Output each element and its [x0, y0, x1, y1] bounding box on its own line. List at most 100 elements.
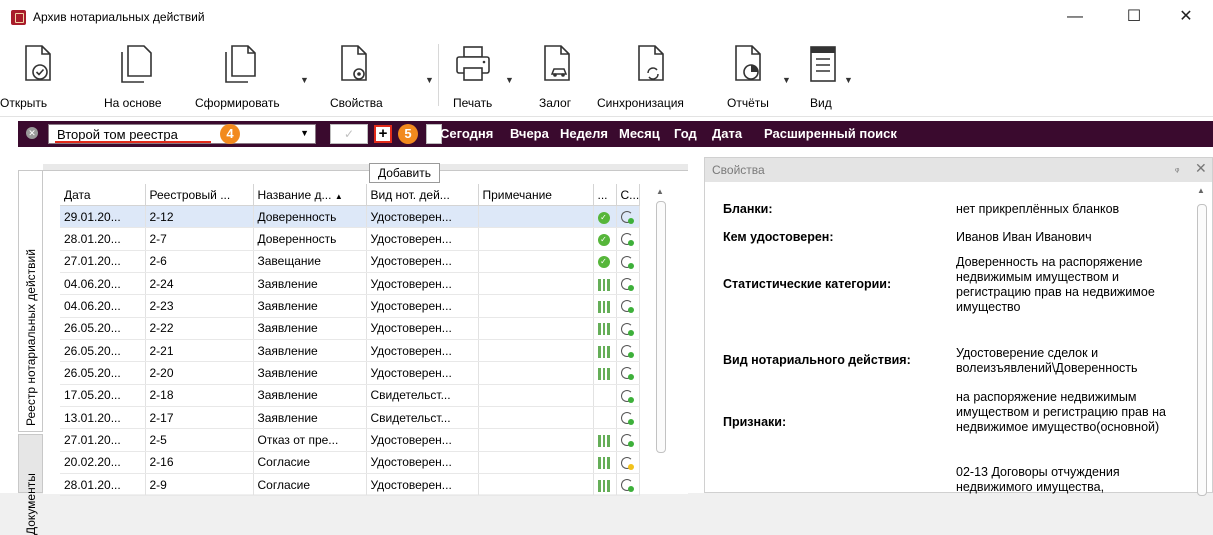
cell-sync	[616, 250, 641, 274]
sync-doc-icon	[638, 45, 664, 81]
apply-check-button[interactable]: ✓	[330, 124, 368, 144]
cell-kind: Удостоверен...	[366, 339, 479, 363]
cell-status	[593, 294, 617, 318]
filter-today[interactable]: Сегодня	[440, 126, 493, 141]
ribbon-toolbar: Открыть На основе ▼ Сформировать ▼ Свойс…	[0, 34, 1213, 117]
filter-date[interactable]: Дата	[712, 126, 742, 141]
cell-status	[593, 406, 617, 430]
view-dropdown-icon[interactable]: ▼	[844, 75, 853, 85]
pledge-button[interactable]: Залог	[533, 34, 583, 116]
sync-done-icon	[620, 344, 634, 358]
open-button[interactable]: Открыть	[0, 34, 92, 116]
table-row[interactable]: 26.05.20... 2-21 Заявление Удостоверен...	[60, 339, 641, 363]
col-date[interactable]: Дата	[60, 184, 146, 206]
filter-year[interactable]: Год	[674, 126, 697, 141]
table-row[interactable]: 04.06.20... 2-24 Заявление Удостоверен...	[60, 272, 641, 296]
col-sync[interactable]: С...	[616, 184, 641, 206]
table-row[interactable]: 28.01.20... 2-7 Доверенность Удостоверен...…	[60, 227, 641, 251]
col-doc-name[interactable]: Название д... ▲	[253, 184, 367, 206]
cell-name: Доверенность	[253, 205, 367, 229]
copy-doc-icon	[121, 45, 152, 83]
table-row[interactable]: 20.02.20... 2-16 Согласие Удостоверен...	[60, 451, 641, 475]
cell-note	[478, 451, 594, 475]
cell-note	[478, 361, 594, 385]
filter-bar: ✕ Второй том реестра ▼ 4 ✓ + 5 Сегодня В…	[18, 121, 1213, 147]
tab-documents-label: Документы	[24, 473, 38, 535]
cell-name: Согласие	[253, 451, 367, 475]
ribbon-separator	[438, 44, 439, 106]
cell-sync	[616, 406, 641, 430]
view-button[interactable]: ▼ Вид	[802, 34, 853, 116]
cell-kind: Удостоверен...	[366, 227, 479, 251]
cell-kind: Удостоверен...	[366, 428, 479, 452]
cell-reg: 2-20	[145, 361, 254, 385]
filter-yesterday[interactable]: Вчера	[510, 126, 549, 141]
properties-scroll-thumb[interactable]	[1197, 204, 1207, 496]
app-logo-icon	[11, 10, 26, 25]
table-row[interactable]: 27.01.20... 2-6 Завещание Удостоверен... ✓	[60, 250, 641, 274]
sync-done-icon	[620, 255, 634, 269]
based-on-button[interactable]: На основе	[98, 34, 178, 116]
close-button[interactable]: ✕	[1166, 4, 1206, 30]
cell-sync	[616, 361, 641, 385]
reports-button[interactable]: ▼ Отчёты	[722, 34, 792, 116]
maximize-button[interactable]: ☐	[1114, 4, 1154, 30]
prop-key-certified-by: Кем удостоверен:	[723, 230, 834, 244]
grid-scroll-thumb[interactable]	[656, 201, 666, 453]
add-button[interactable]: +	[374, 125, 392, 143]
sync-done-icon	[620, 389, 634, 403]
cell-date: 13.01.20...	[60, 406, 146, 430]
table-row[interactable]: 17.05.20... 2-18 Заявление Свидетельст...	[60, 384, 641, 408]
title-bar: Архив нотариальных действий — ☐ ✕	[0, 0, 1213, 34]
tab-registry[interactable]: Реестр нотариальных действий	[18, 170, 43, 432]
col-status[interactable]: ...	[593, 184, 617, 206]
pin-icon[interactable]: ᵩ	[1175, 163, 1179, 174]
cell-name: Заявление	[253, 384, 367, 408]
tab-documents[interactable]: Документы	[18, 434, 43, 535]
col-note[interactable]: Примечание	[478, 184, 594, 206]
cell-status	[593, 272, 617, 296]
cell-sync	[616, 451, 641, 475]
minimize-button[interactable]: —	[1055, 4, 1095, 30]
table-row[interactable]: 29.01.20... 2-12 Доверенность Удостоверен..…	[60, 205, 641, 229]
sync-button[interactable]: Синхронизация	[595, 34, 710, 116]
table-row[interactable]: 04.06.20... 2-23 Заявление Удостоверен...	[60, 294, 641, 318]
grid-scrollbar[interactable]: ▲	[654, 187, 667, 494]
cell-reg: 2-5	[145, 428, 254, 452]
generate-button[interactable]: ▼ Сформировать	[190, 34, 309, 116]
sync-done-icon	[620, 233, 634, 247]
cell-status	[593, 451, 617, 475]
table-row[interactable]: 27.01.20... 2-5 Отказ от пре... Удостоверен…	[60, 428, 641, 452]
chevron-down-icon[interactable]: ▼	[300, 128, 309, 138]
clear-filter-icon[interactable]: ✕	[26, 127, 38, 139]
scroll-up-icon[interactable]: ▲	[656, 187, 664, 196]
close-panel-icon[interactable]: ✕	[1195, 160, 1207, 177]
advanced-search-link[interactable]: Расширенный поиск	[764, 126, 897, 141]
prop-key-action-kind: Вид нотариального действия:	[723, 353, 911, 367]
filter-week[interactable]: Неделя	[560, 126, 608, 141]
print-button[interactable]: ▼ Печать	[445, 34, 520, 116]
col-action-kind[interactable]: Вид нот. дей...	[366, 184, 479, 206]
sync-done-icon	[620, 478, 634, 492]
sync-done-icon	[620, 277, 634, 291]
properties-button[interactable]: ▼ Свойства	[320, 34, 434, 116]
car-pledge-icon	[544, 45, 570, 81]
table-row[interactable]: 26.05.20... 2-22 Заявление Удостоверен...	[60, 317, 641, 341]
cell-status	[593, 339, 617, 363]
table-row[interactable]: 26.05.20... 2-20 Заявление Удостоверен...	[60, 361, 641, 385]
print-dropdown-icon[interactable]: ▼	[505, 75, 514, 85]
properties-scrollbar[interactable]: ▲	[1193, 182, 1209, 496]
registry-volume-combo[interactable]: Второй том реестра ▼	[48, 124, 316, 144]
properties-dropdown-icon[interactable]: ▼	[425, 75, 434, 85]
cell-reg: 2-17	[145, 406, 254, 430]
col-registry-number[interactable]: Реестровый ...	[145, 184, 254, 206]
cell-sync	[616, 227, 641, 251]
cell-date: 20.02.20...	[60, 451, 146, 475]
cell-note	[478, 250, 594, 274]
registry-volume-value: Второй том реестра	[57, 127, 178, 142]
generate-dropdown-icon[interactable]: ▼	[300, 75, 309, 85]
reports-dropdown-icon[interactable]: ▼	[782, 75, 791, 85]
table-row[interactable]: 13.01.20... 2-17 Заявление Свидетельст...	[60, 406, 641, 430]
properties-scroll-up-icon[interactable]: ▲	[1197, 186, 1205, 195]
filter-month[interactable]: Месяц	[619, 126, 660, 141]
